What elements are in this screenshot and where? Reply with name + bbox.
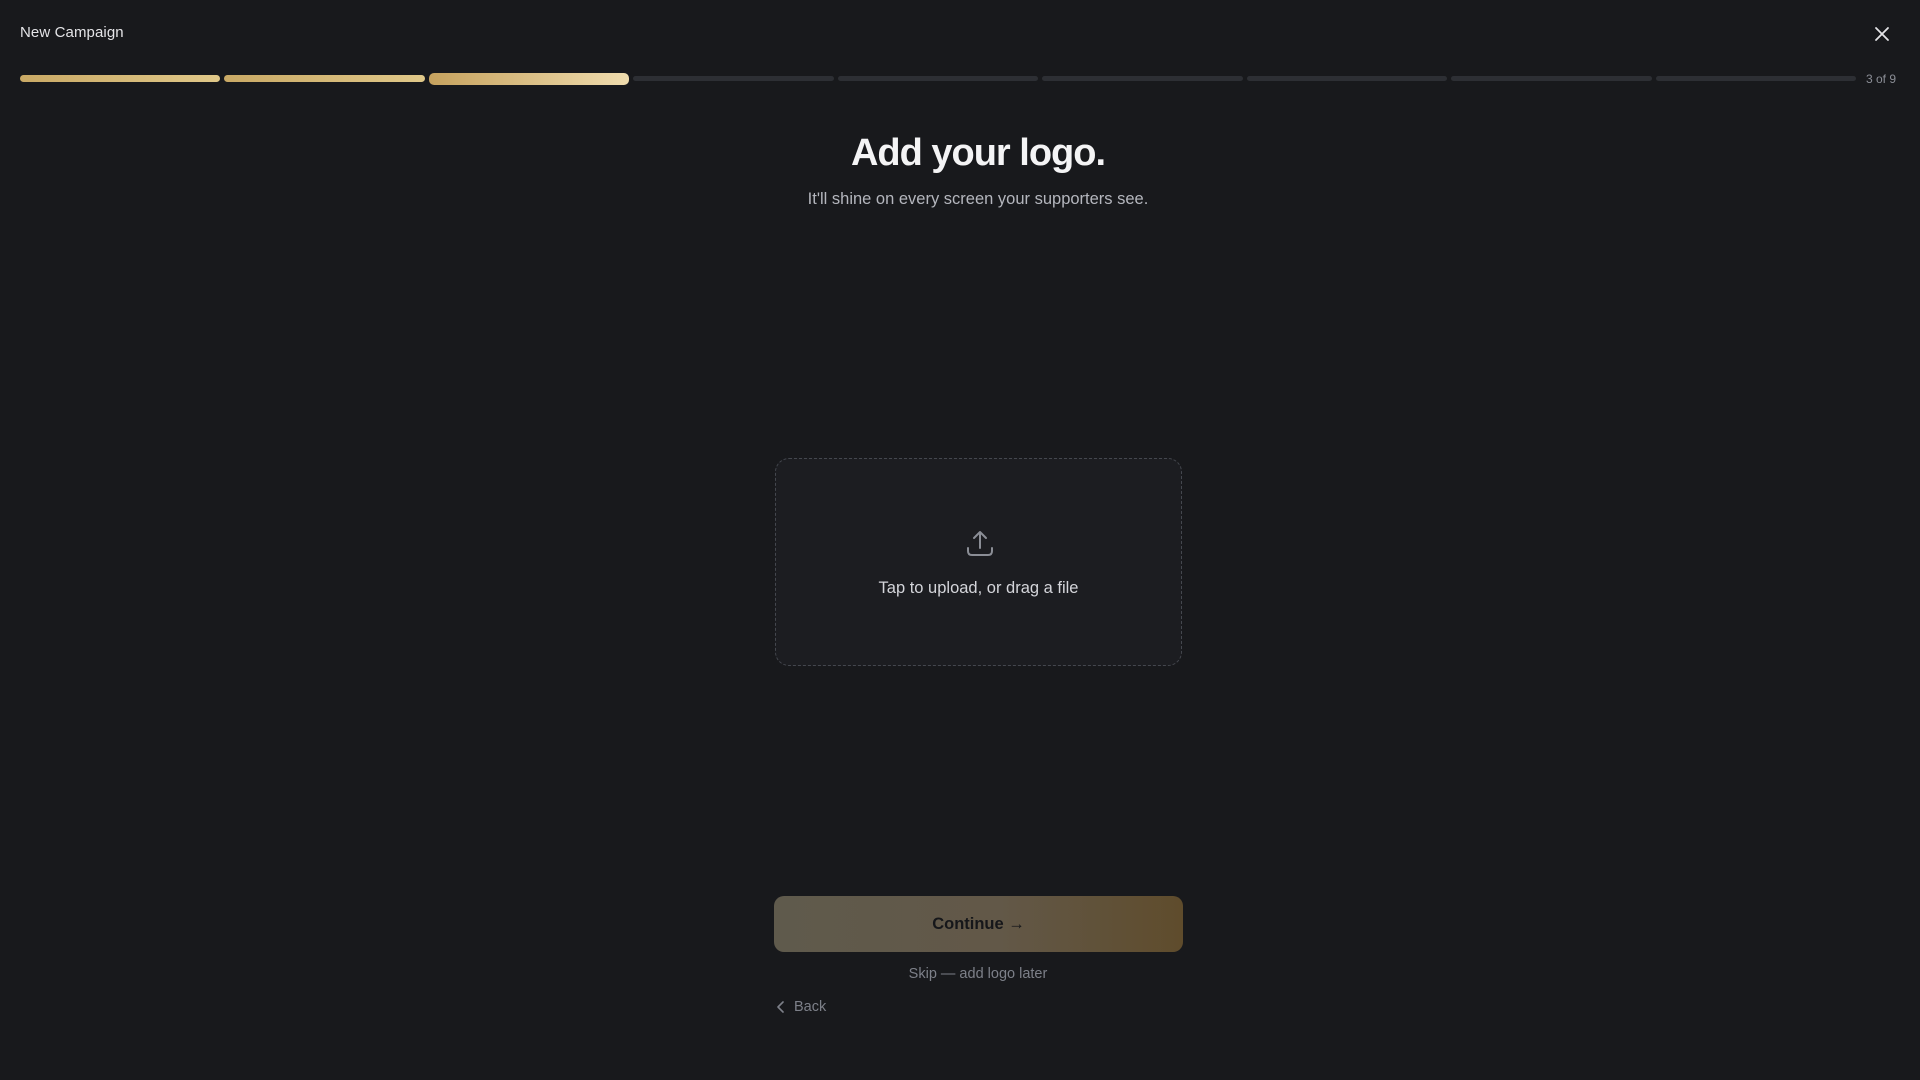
progress-segment-8 [1451,76,1652,81]
progress-segment-7 [1246,76,1448,81]
page-subheading: It'll shine on every screen your support… [807,190,1149,208]
back-button[interactable]: Back [776,997,826,1017]
back-label: Back [794,999,827,1015]
step-counter: 3 of 9 [1866,72,1897,86]
page-title: New Campaign [20,24,124,41]
new-campaign-page: New Campaign 3 of 9 Add your logo. It'll… [0,0,1920,1080]
progress-segment-6 [1042,76,1243,81]
continue-button[interactable]: Continue → [774,896,1183,952]
progress-segment-5 [837,76,1039,81]
chevron-left-icon [777,1001,784,1013]
progress-segment-9 [1655,76,1856,81]
progress-segment-1 [20,75,221,82]
close-button[interactable] [1868,20,1896,48]
close-icon [1875,27,1889,41]
upload-icon [967,531,993,556]
progress-segment-4 [633,76,834,81]
top-bar: New Campaign [0,0,1920,68]
logo-upload-dropzone[interactable]: Tap to upload, or drag a file [775,458,1182,666]
progress-segment-3 [428,73,630,85]
step-progress-bar [20,73,1856,89]
page-heading: Add your logo. [850,132,1106,174]
skip-link[interactable]: Skip — add logo later [0,966,1920,982]
progress-segment-2 [224,75,425,82]
upload-instruction: Tap to upload, or drag a file [878,579,1079,597]
